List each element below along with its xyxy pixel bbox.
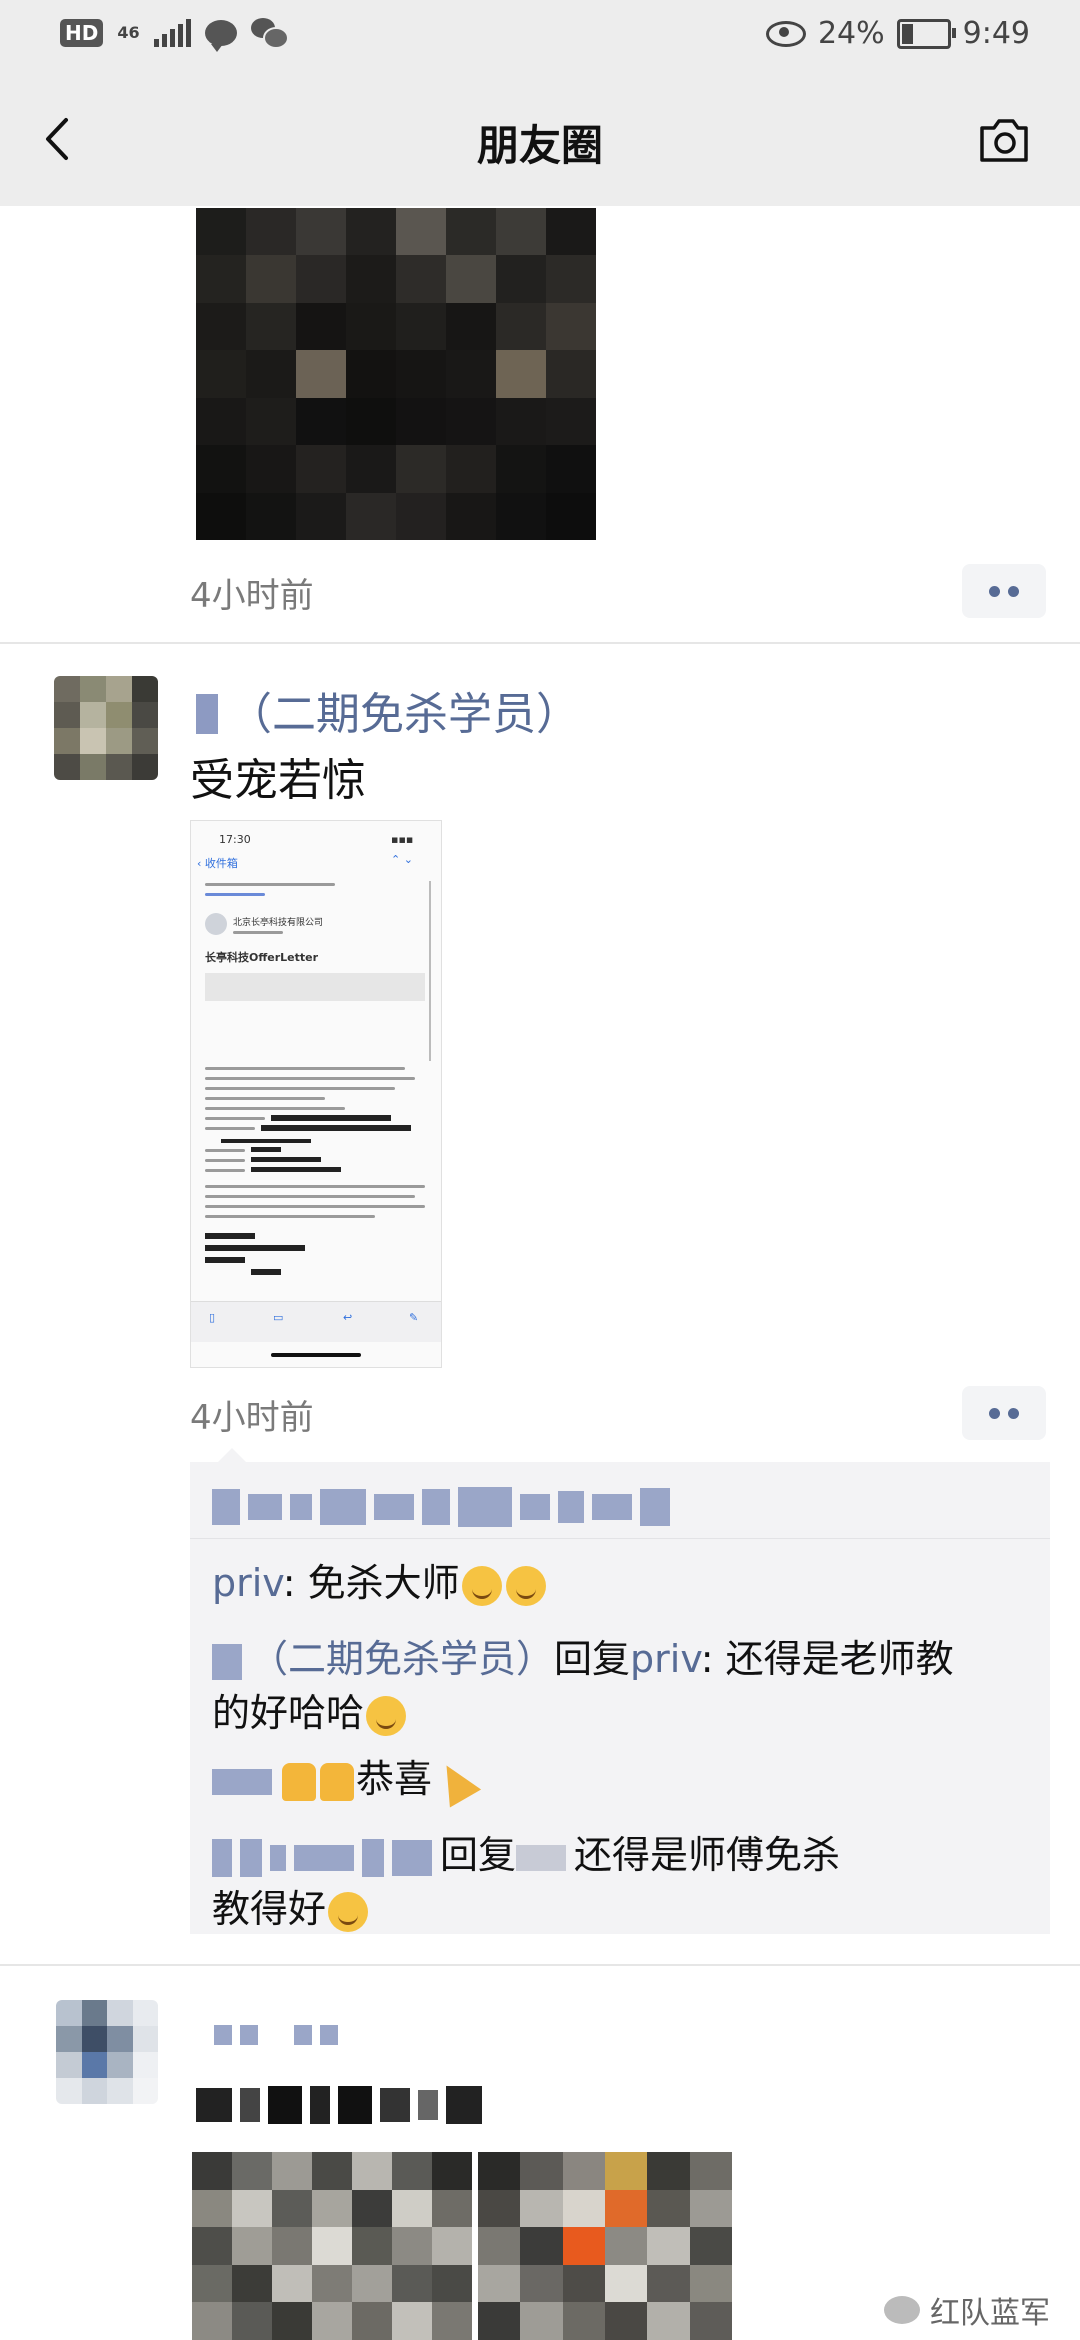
hd-badge: HD [60,19,104,47]
screenshot-sender: 北京长亭科技有限公司 [233,918,324,928]
screenshot-compose-icon: ✎ [409,1311,419,1324]
post-screenshot-image[interactable]: 17:30 ▪▪▪ ‹ 收件箱 ⌃ ⌄ 北京长亭科技有限公司 长亭科技Offer… [190,820,442,1368]
watermark: 红队蓝军 [884,2288,1050,2332]
emoji-icon [505,1565,546,1606]
comment-separator: : [282,1561,308,1605]
avatar[interactable] [56,2000,158,2104]
post-photo[interactable] [478,2152,732,2340]
comment-item-continuation[interactable]: 教得好 [212,1878,370,1933]
party-popper-icon [430,1756,482,1807]
screenshot-trash-icon: ▯ [209,1311,216,1324]
comment-text: 免杀大师 [307,1561,460,1605]
post-text-redacted [196,2086,490,2124]
post-divider [0,1964,1080,1966]
avatar[interactable] [54,676,158,780]
doge-emoji-icon [366,1695,407,1736]
commenter-name[interactable]: （二期免杀学员） [250,1637,554,1681]
message-icon [204,20,237,52]
watermark-text: 红队蓝军 [930,2296,1050,2331]
wechat-icon [250,18,289,49]
author-name[interactable]: （二期免杀学员） [228,678,580,742]
comment-item-continuation[interactable]: 的好哈哈 [212,1682,408,1737]
emoji-icon [461,1565,502,1606]
screenshot-arrows: ⌃ ⌄ [391,853,413,866]
comment-text: 还得是老师教 [725,1637,954,1681]
more-options-button[interactable] [962,564,1046,618]
author-name-redacted[interactable] [214,2024,346,2045]
battery-percent: 24% [817,16,885,51]
comments-panel: priv: 免杀大师 （二期免杀学员）回复priv: 还得是老师教 的好哈哈 恭… [190,1448,1050,1934]
post-divider [0,642,1080,644]
screenshot-sender-avatar [205,913,227,935]
commenter-name[interactable]: priv [212,1561,283,1605]
screenshot-subject: 长亭科技OfferLetter [205,951,319,964]
status-left: HD 46 [60,18,289,52]
comment-item[interactable]: 回复 还得是师傅免杀 [212,1824,840,1879]
likes-row-redacted[interactable] [212,1482,678,1528]
comment-item[interactable]: priv: 免杀大师 [212,1552,548,1607]
screenshot-folder-icon: ▭ [273,1311,284,1324]
reply-word: 回复 [554,1637,631,1681]
clock: 9:49 [962,16,1030,51]
author-name-redacted[interactable] [196,694,218,734]
status-right: 24% 9:49 [765,16,1030,51]
grin-emoji-icon [328,1891,369,1932]
comment-item[interactable]: （二期免杀学员）回复priv: 还得是老师教 [212,1628,954,1683]
wechat-official-account-icon [884,2296,920,2324]
page-title: 朋友圈 [476,121,603,170]
network-label: 46 [117,23,140,42]
nav-bar: 朋友圈 [0,72,1080,206]
post-photo[interactable] [196,208,596,540]
comment-text-continued: 的好哈哈 [212,1691,365,1735]
comment-separator: : [700,1637,726,1681]
comment-text: 恭喜 [356,1757,433,1801]
thumbs-up-icon [282,1762,316,1801]
camera-icon[interactable] [976,112,1032,168]
more-options-button[interactable] [962,1386,1046,1440]
post-timestamp: 4小时前 [190,576,314,616]
status-bar: HD 46 24% 9:49 [0,0,1080,72]
post-photo[interactable] [192,2152,472,2340]
screenshot-back: ‹ 收件箱 [197,857,238,870]
comment-text-continued: 教得好 [212,1887,327,1931]
screenshot-time: 17:30 [219,833,251,846]
reply-to-name[interactable]: priv [630,1637,701,1681]
screenshot-reply-icon: ↩ [343,1311,353,1324]
reply-word: 回复 [440,1833,517,1877]
comment-text: 还得是师傅免杀 [574,1833,841,1877]
eye-icon [765,20,806,47]
post-text: 受宠若惊 [190,755,366,806]
comment-item[interactable]: 恭喜 [212,1748,482,1807]
signal-icon [153,19,191,47]
post-timestamp: 4小时前 [190,1398,314,1438]
battery-icon [896,18,956,49]
thumbs-up-icon [320,1762,354,1801]
screenshot-status-icons: ▪▪▪ [391,833,414,846]
